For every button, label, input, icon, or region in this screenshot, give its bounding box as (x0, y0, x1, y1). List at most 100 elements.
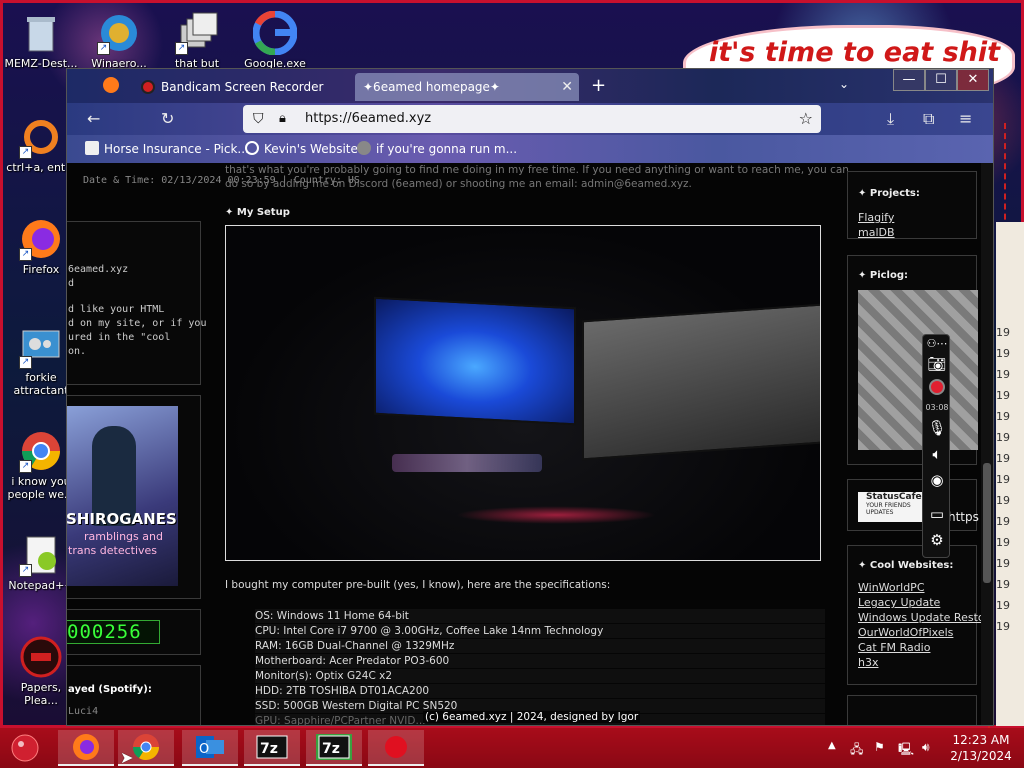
book-subtitle: trans detectives (68, 544, 158, 557)
7zip-icon: 7z (256, 735, 288, 759)
downloads-icon[interactable]: ⤓ (887, 109, 894, 129)
row-number: 19 (996, 515, 1010, 528)
new-tab-button[interactable]: + (591, 75, 606, 96)
shortcut-arrow-icon: ↗ (97, 42, 110, 55)
lock-icon[interactable]: 🔒︎ (279, 105, 286, 133)
website-link[interactable]: h3x (858, 655, 993, 670)
reload-icon[interactable]: ↻ (161, 109, 174, 128)
taskbar-firefox[interactable] (58, 730, 114, 766)
bookmark-gonna-run[interactable]: if you're gonna run m... (357, 135, 517, 163)
back-arrow-icon[interactable]: ← (87, 109, 100, 128)
taskbar-bandicam[interactable] (368, 730, 424, 766)
tab-bar: Bandicam Screen Recorder Do... ✦6eamed h… (67, 69, 993, 103)
website-link[interactable]: WinWorldPC (858, 580, 993, 595)
text-fragment: on. (68, 346, 87, 357)
shortcut-arrow-icon: ↗ (19, 564, 32, 577)
project-link-flagify[interactable]: Flagify (858, 210, 895, 225)
statuscafe-link[interactable]: https (948, 510, 979, 524)
project-link-maldb[interactable]: malDB (858, 225, 895, 240)
bookmark-star-icon[interactable]: ☆ (799, 105, 813, 133)
text-fragment: d on my site, or if you (68, 318, 207, 329)
chrome-icon: ↗ (19, 429, 63, 473)
minimize-button[interactable]: — (893, 69, 925, 91)
notepad-plus-icon: ↗ (19, 533, 63, 577)
taskbar-7zip-second[interactable]: 7z (306, 730, 362, 766)
maximize-button[interactable]: ☐ (925, 69, 957, 91)
menu-hamburger-icon[interactable]: ≡ (959, 109, 972, 128)
list-tabs-chevron-icon[interactable]: ⌄ (839, 77, 849, 91)
left-panel-about: 6eamed.xyz d d like your HTML d on my si… (67, 221, 206, 385)
desktop-icon-winaero[interactable]: ↗ Winaero... (81, 11, 157, 70)
website-link[interactable]: Cat FM Radio (858, 640, 993, 655)
action-center-flag-icon[interactable]: ⚑ (874, 740, 885, 754)
close-tab-icon[interactable]: ✕ (561, 73, 573, 101)
address-bar[interactable]: ⛉ 🔒︎ https://6eamed.xyz ☆ (243, 105, 821, 133)
website-link[interactable]: Windows Update Resto... (858, 610, 993, 625)
shortcut-arrow-icon: ↗ (19, 460, 32, 473)
tab-bandicam[interactable]: Bandicam Screen Recorder Do... (135, 73, 325, 101)
row-number: 19 (996, 431, 1010, 444)
row-number: 19 (996, 557, 1010, 570)
row-number: 19 (996, 473, 1010, 486)
webcam-icon[interactable]: ◉ (923, 471, 951, 489)
bandicam-icon (385, 736, 407, 758)
bandicam-logo-icon[interactable]: ⚇⋯ (923, 337, 951, 350)
spec-os: OS: Windows 11 Home 64-bit (255, 609, 825, 623)
outlook-icon: O (196, 736, 224, 758)
shortcut-arrow-icon: ↗ (175, 42, 188, 55)
statuscafe-sub: YOUR FRIENDS (866, 502, 911, 509)
piclog-image (858, 290, 978, 450)
show-hidden-icons-icon[interactable]: ▲ (828, 740, 836, 751)
left-panel-book: SHIROGANES ramblings and trans detective… (67, 395, 201, 599)
intro-line: do so by adding me on Discord (6eamed) o… (225, 178, 692, 190)
row-number: 19 (996, 326, 1010, 339)
shortcut-arrow-icon: ↗ (19, 248, 32, 261)
settings-monitor-icon: ↗ (19, 325, 63, 369)
speaker-icon[interactable]: 🔈︎ (923, 445, 951, 463)
desktop-icon-recycle-bin[interactable]: MEMZ-Dest... (3, 11, 79, 70)
volume-icon[interactable]: 🔊︎ (922, 740, 930, 755)
statuscafe-badge[interactable]: StatusCafe YOUR FRIENDS UPDATES (858, 492, 928, 522)
recycle-bin-icon (19, 11, 63, 55)
record-button[interactable] (923, 379, 951, 399)
desk-glow (456, 506, 656, 524)
intro-line: that's what you're probably going to fin… (225, 164, 849, 176)
row-number: 19 (996, 578, 1010, 591)
scrollbar-thumb[interactable] (983, 463, 991, 583)
row-number: 19 (996, 599, 1010, 612)
statuscafe-sub: UPDATES (866, 509, 894, 516)
camera-icon[interactable]: 📷︎ (923, 355, 951, 373)
page-icon (85, 141, 99, 155)
start-button[interactable] (8, 732, 42, 764)
spec-hdd: HDD: 2TB TOSHIBA DT01ACA200 (255, 684, 825, 698)
firefox-view-icon[interactable] (103, 77, 119, 93)
settings-gear-icon[interactable]: ⚙ (923, 531, 951, 549)
spec-cpu: CPU: Intel Core i7 9700 @ 3.00GHz, Coffe… (255, 624, 825, 638)
book-subtitle: ramblings and (84, 530, 163, 543)
microphone-icon[interactable]: 🎙︎ (923, 419, 951, 437)
taskbar-clock[interactable]: 12:23 AM 2/13/2024 (944, 732, 1018, 764)
bookmark-label: if you're gonna run m... (376, 142, 518, 156)
start-orb-icon (11, 734, 39, 762)
shield-icon[interactable]: ⛉ (253, 105, 264, 133)
spotify-track: Luci4 (68, 706, 99, 717)
bookmark-kevins-website[interactable]: Kevin's Website (245, 135, 358, 163)
left-panel-counter: 000256 (67, 609, 201, 655)
network-devices-icon[interactable]: 🖧︎ (850, 740, 863, 761)
close-window-button[interactable]: ✕ (957, 69, 989, 91)
taskbar-outlook[interactable]: O (182, 730, 238, 766)
statuscafe-panel: StatusCafe YOUR FRIENDS UPDATES https (847, 479, 979, 531)
extensions-icon[interactable]: ⧉ (923, 109, 934, 129)
tab-6eamed[interactable]: ✦6eamed homepage✦ ✕ (355, 73, 579, 101)
desktop-icon-google[interactable]: Google.exe (237, 10, 313, 70)
window-capture-icon[interactable]: ▭ (923, 505, 951, 523)
website-link[interactable]: Legacy Update (858, 595, 993, 610)
bookmark-horse-insurance[interactable]: Horse Insurance - Pick... (85, 135, 249, 163)
setup-title: My Setup (225, 207, 290, 218)
taskbar-7zip[interactable]: 7z (244, 730, 300, 766)
svg-text:7z: 7z (322, 741, 340, 757)
network-icon[interactable]: 🖳︎ (898, 740, 914, 761)
website-link[interactable]: OurWorldOfPixels (858, 625, 993, 640)
gear-icon (357, 141, 371, 155)
page-scrollbar[interactable] (981, 163, 993, 725)
